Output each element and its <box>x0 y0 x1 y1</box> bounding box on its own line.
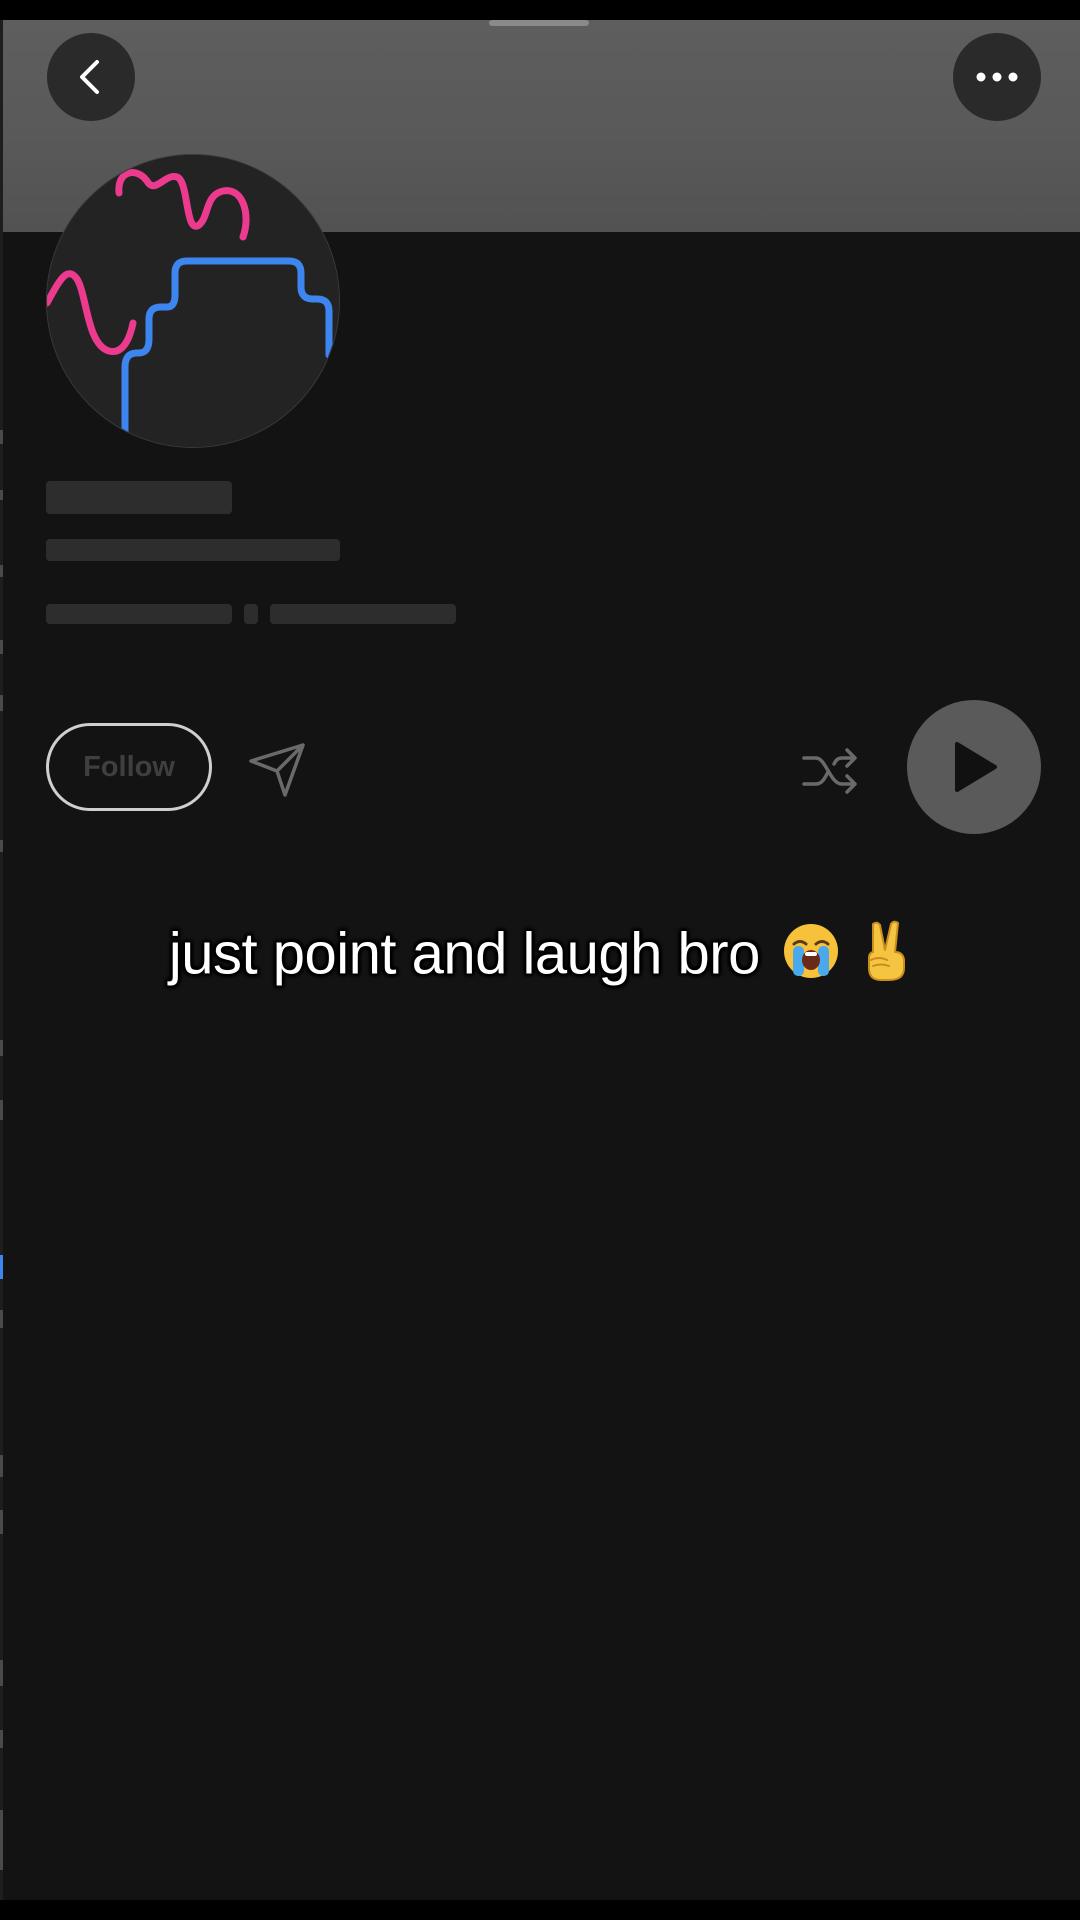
play-icon <box>955 742 997 792</box>
more-options-button[interactable] <box>953 33 1041 121</box>
listeners-placeholder <box>46 539 340 561</box>
follow-button[interactable]: Follow <box>46 723 212 811</box>
drag-handle[interactable] <box>489 20 589 26</box>
shuffle-button[interactable] <box>800 740 862 802</box>
status-bar <box>0 0 1080 20</box>
share-button[interactable] <box>246 738 308 800</box>
artist-name-placeholder <box>46 481 232 514</box>
caption-text: just point and laugh bro <box>168 921 761 987</box>
video-caption: just point and laugh bro <box>0 920 1080 996</box>
artist-profile-screen: Follow just point and laugh bro <box>0 20 1080 1900</box>
shuffle-icon <box>802 748 857 794</box>
loudly-crying-face-icon <box>782 922 840 994</box>
more-horizontal-icon <box>976 72 1018 82</box>
navigation-bar <box>0 1900 1080 1920</box>
stats-placeholder-right <box>270 604 456 624</box>
artist-avatar <box>46 154 340 448</box>
victory-hand-icon <box>861 920 911 996</box>
stats-separator-placeholder <box>244 604 258 624</box>
back-button[interactable] <box>47 33 135 121</box>
send-icon <box>249 743 305 797</box>
stats-placeholder-left <box>46 604 232 624</box>
chevron-left-icon <box>80 60 99 94</box>
play-button[interactable] <box>907 700 1041 834</box>
